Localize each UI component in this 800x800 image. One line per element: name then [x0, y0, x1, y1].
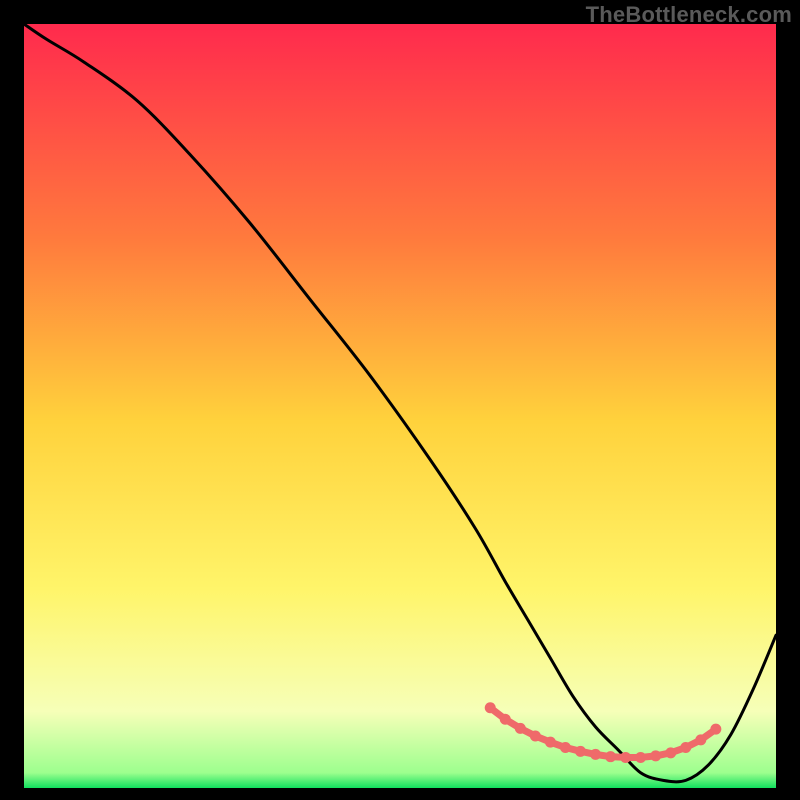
optimal-zone-point — [575, 746, 586, 757]
optimal-zone-point — [710, 724, 721, 735]
optimal-zone-point — [560, 742, 571, 753]
chart-frame: { "watermark": "TheBottleneck.com", "col… — [0, 0, 800, 800]
optimal-zone-point — [530, 731, 541, 742]
optimal-zone-point — [635, 752, 646, 763]
optimal-zone-point — [485, 702, 496, 713]
gradient-background — [24, 24, 776, 788]
optimal-zone-point — [545, 737, 556, 748]
optimal-zone-point — [620, 752, 631, 763]
optimal-zone-point — [605, 751, 616, 762]
optimal-zone-point — [500, 714, 511, 725]
optimal-zone-point — [650, 750, 661, 761]
bottleneck-chart — [24, 24, 776, 788]
optimal-zone-point — [680, 742, 691, 753]
optimal-zone-point — [515, 723, 526, 734]
optimal-zone-point — [695, 734, 706, 745]
optimal-zone-point — [665, 747, 676, 758]
optimal-zone-point — [590, 749, 601, 760]
